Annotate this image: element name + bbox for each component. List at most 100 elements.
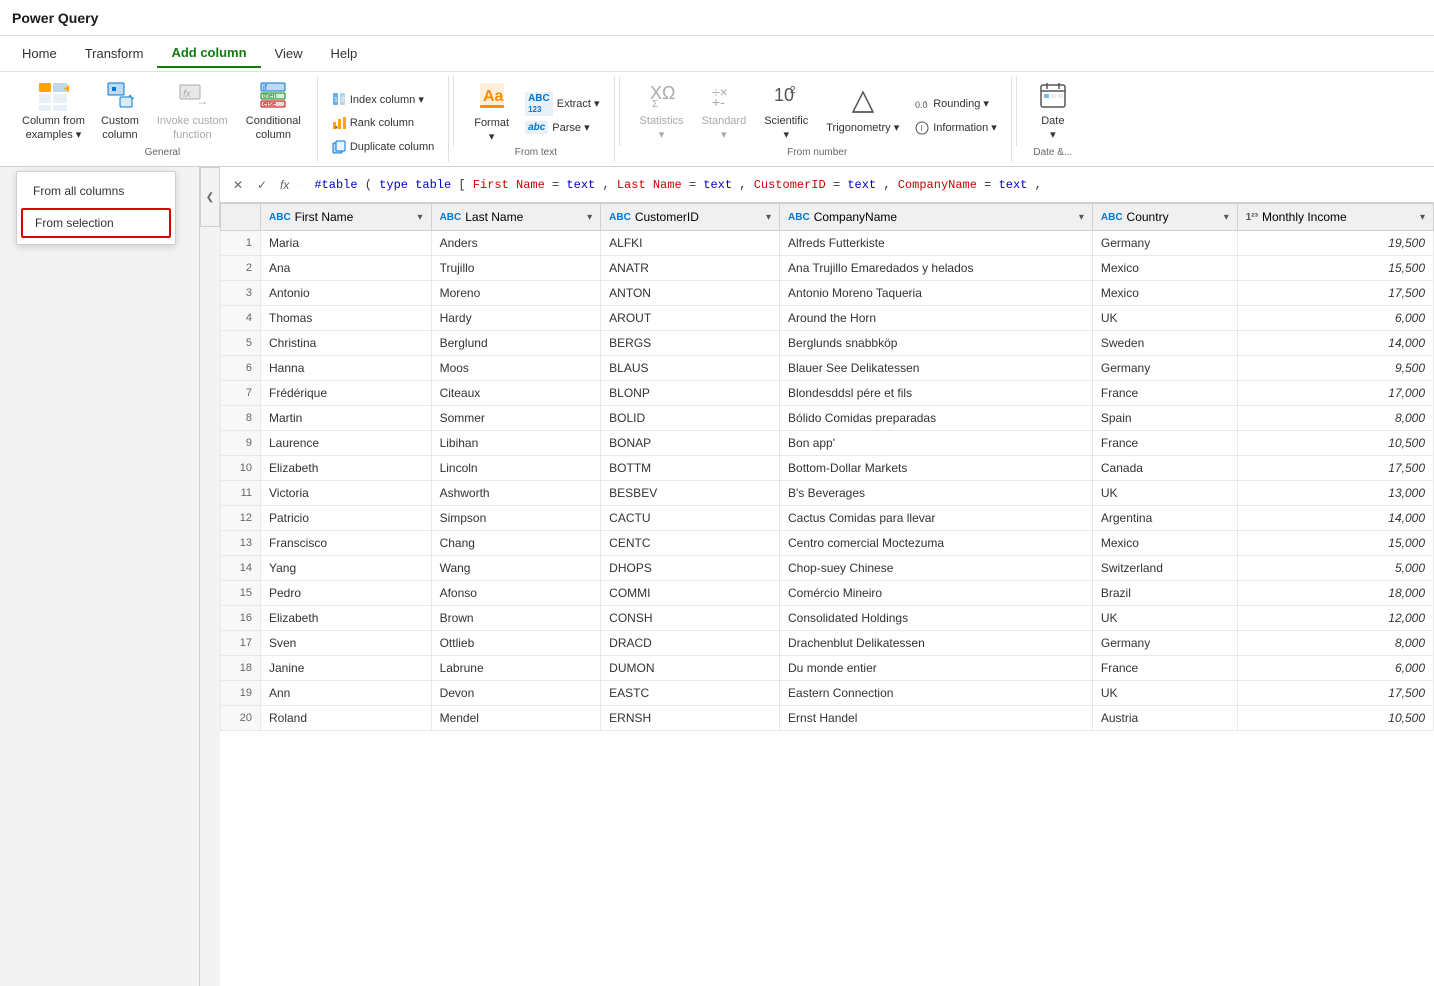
firstname-type-icon: ABC bbox=[269, 212, 291, 223]
customerid-dropdown[interactable]: ▾ bbox=[766, 212, 771, 223]
cell-monthlyincome: 6,000 bbox=[1237, 306, 1433, 331]
invoke-custom-function-button: fx → Invoke customfunction bbox=[149, 83, 236, 141]
custom-column-label: Customcolumn bbox=[101, 115, 139, 141]
country-type-icon: ABC bbox=[1101, 212, 1123, 223]
cell-rownum: 20 bbox=[221, 706, 261, 731]
menu-add-column[interactable]: Add column bbox=[157, 39, 260, 68]
col-header-country: ABC Country ▾ bbox=[1092, 204, 1237, 231]
table-row: 6 Hanna Moos BLAUS Blauer See Delikatess… bbox=[221, 356, 1434, 381]
custom-column-button[interactable]: + Customcolumn bbox=[93, 83, 147, 141]
menu-transform[interactable]: Transform bbox=[71, 40, 158, 67]
menu-home[interactable]: Home bbox=[8, 40, 71, 67]
from-selection-item[interactable]: From selection bbox=[21, 208, 171, 238]
date-button[interactable]: Date▾ bbox=[1029, 83, 1077, 141]
scientific-icon: 10 2 bbox=[772, 81, 800, 113]
sidebar-collapse-button[interactable]: ❮ bbox=[200, 167, 220, 227]
menu-bar: Home Transform Add column View Help bbox=[0, 36, 1434, 72]
cell-customerid: AROUT bbox=[601, 306, 780, 331]
cell-monthlyincome: 10,500 bbox=[1237, 706, 1433, 731]
cell-lastname: Berglund bbox=[431, 331, 601, 356]
from-all-columns-item[interactable]: From all columns bbox=[17, 176, 175, 206]
cell-customerid: DRACD bbox=[601, 631, 780, 656]
lastname-dropdown[interactable]: ▾ bbox=[587, 212, 592, 223]
cell-country: UK bbox=[1092, 681, 1237, 706]
cell-firstname: Elizabeth bbox=[261, 456, 432, 481]
cell-rownum: 17 bbox=[221, 631, 261, 656]
svg-text:Aa: Aa bbox=[483, 88, 504, 105]
cell-monthlyincome: 18,000 bbox=[1237, 581, 1433, 606]
ribbon: ✦ Column fromexamples ▾ From all columns… bbox=[0, 72, 1434, 167]
format-icon: Aa bbox=[476, 79, 508, 115]
svg-text:★: ★ bbox=[334, 125, 339, 130]
parse-button[interactable]: abc Parse ▾ bbox=[519, 117, 605, 139]
cell-customerid: BESBEV bbox=[601, 481, 780, 506]
cell-customerid: ANTON bbox=[601, 281, 780, 306]
date-group-label: Date &... bbox=[1033, 147, 1072, 158]
information-button[interactable]: i Information ▾ bbox=[909, 117, 1003, 139]
date-icon bbox=[1039, 81, 1067, 113]
trigonometry-icon bbox=[849, 88, 877, 120]
formula-text[interactable]: #table ( type table [ First Name = text … bbox=[314, 178, 1426, 192]
svg-text:2: 2 bbox=[341, 97, 345, 104]
cell-firstname: Sven bbox=[261, 631, 432, 656]
firstname-dropdown[interactable]: ▾ bbox=[418, 212, 423, 223]
cell-country: Mexico bbox=[1092, 256, 1237, 281]
ribbon-group-from-number: XΩ Σ Statistics▾ ÷× +- Standard▾ bbox=[624, 76, 1012, 162]
format-label: Format▾ bbox=[474, 117, 509, 143]
table-row: 7 Frédérique Citeaux BLONP Blondesddsl p… bbox=[221, 381, 1434, 406]
table-header: ABC First Name ▾ ABC Last Name ▾ bbox=[221, 204, 1434, 231]
formula-cancel-button[interactable]: ✕ bbox=[228, 175, 248, 195]
cell-lastname: Ashworth bbox=[431, 481, 601, 506]
formula-confirm-button[interactable]: ✓ bbox=[252, 175, 272, 195]
cell-country: UK bbox=[1092, 606, 1237, 631]
cell-monthlyincome: 13,000 bbox=[1237, 481, 1433, 506]
cell-firstname: Janine bbox=[261, 656, 432, 681]
customerid-type-icon: ABC bbox=[609, 212, 631, 223]
cell-rownum: 16 bbox=[221, 606, 261, 631]
index-column-button[interactable]: 1 2 Index column ▾ bbox=[326, 88, 440, 110]
cell-companyname: Consolidated Holdings bbox=[780, 606, 1093, 631]
svg-text:1: 1 bbox=[334, 97, 338, 104]
col-from-examples-button[interactable]: ✦ Column fromexamples ▾ bbox=[16, 83, 91, 141]
cell-rownum: 10 bbox=[221, 456, 261, 481]
menu-help[interactable]: Help bbox=[317, 40, 372, 67]
general-group-label: General bbox=[145, 147, 181, 158]
table-header-row: ABC First Name ▾ ABC Last Name ▾ bbox=[221, 204, 1434, 231]
cell-rownum: 3 bbox=[221, 281, 261, 306]
monthlyincome-dropdown[interactable]: ▾ bbox=[1420, 212, 1425, 223]
menu-view[interactable]: View bbox=[261, 40, 317, 67]
col-header-rownum bbox=[221, 204, 261, 231]
trigonometry-button[interactable]: Trigonometry ▾ bbox=[818, 83, 907, 141]
country-dropdown[interactable]: ▾ bbox=[1224, 212, 1229, 223]
format-button[interactable]: Aa Format▾ bbox=[466, 83, 517, 141]
companyname-dropdown[interactable]: ▾ bbox=[1079, 212, 1084, 223]
cell-monthlyincome: 19,500 bbox=[1237, 231, 1433, 256]
cell-firstname: Thomas bbox=[261, 306, 432, 331]
table-row: 16 Elizabeth Brown CONSH Consolidated Ho… bbox=[221, 606, 1434, 631]
table-row: 19 Ann Devon EASTC Eastern Connection UK… bbox=[221, 681, 1434, 706]
data-grid-area[interactable]: ABC First Name ▾ ABC Last Name ▾ bbox=[220, 203, 1434, 986]
duplicate-column-button[interactable]: Duplicate column bbox=[326, 136, 440, 158]
scientific-button[interactable]: 10 2 Scientific▾ bbox=[756, 83, 816, 141]
sep3 bbox=[1016, 76, 1017, 146]
rank-column-button[interactable]: ★ Rank column bbox=[326, 112, 440, 134]
cell-firstname: Maria bbox=[261, 231, 432, 256]
app-title: Power Query bbox=[12, 10, 98, 26]
table-row: 18 Janine Labrune DUMON Du monde entier … bbox=[221, 656, 1434, 681]
svg-text:↑: ↑ bbox=[924, 100, 928, 107]
extract-button[interactable]: ABC123 Extract ▾ bbox=[519, 93, 605, 115]
ribbon-general-buttons: ✦ Column fromexamples ▾ From all columns… bbox=[16, 80, 309, 143]
cell-companyname: Eastern Connection bbox=[780, 681, 1093, 706]
cell-rownum: 2 bbox=[221, 256, 261, 281]
cell-lastname: Sommer bbox=[431, 406, 601, 431]
cell-monthlyincome: 14,000 bbox=[1237, 331, 1433, 356]
svg-text:Σ: Σ bbox=[652, 99, 658, 109]
cell-firstname: Christina bbox=[261, 331, 432, 356]
cell-lastname: Moos bbox=[431, 356, 601, 381]
firstname-label: First Name bbox=[295, 210, 354, 224]
svg-text:fx: fx bbox=[183, 89, 192, 100]
conditional-column-button[interactable]: if then else Conditionalcolumn bbox=[238, 83, 309, 141]
rounding-button[interactable]: 0.0 ↑ Rounding ▾ bbox=[909, 93, 1003, 115]
table-row: 17 Sven Ottlieb DRACD Drachenblut Delika… bbox=[221, 631, 1434, 656]
cell-country: Spain bbox=[1092, 406, 1237, 431]
